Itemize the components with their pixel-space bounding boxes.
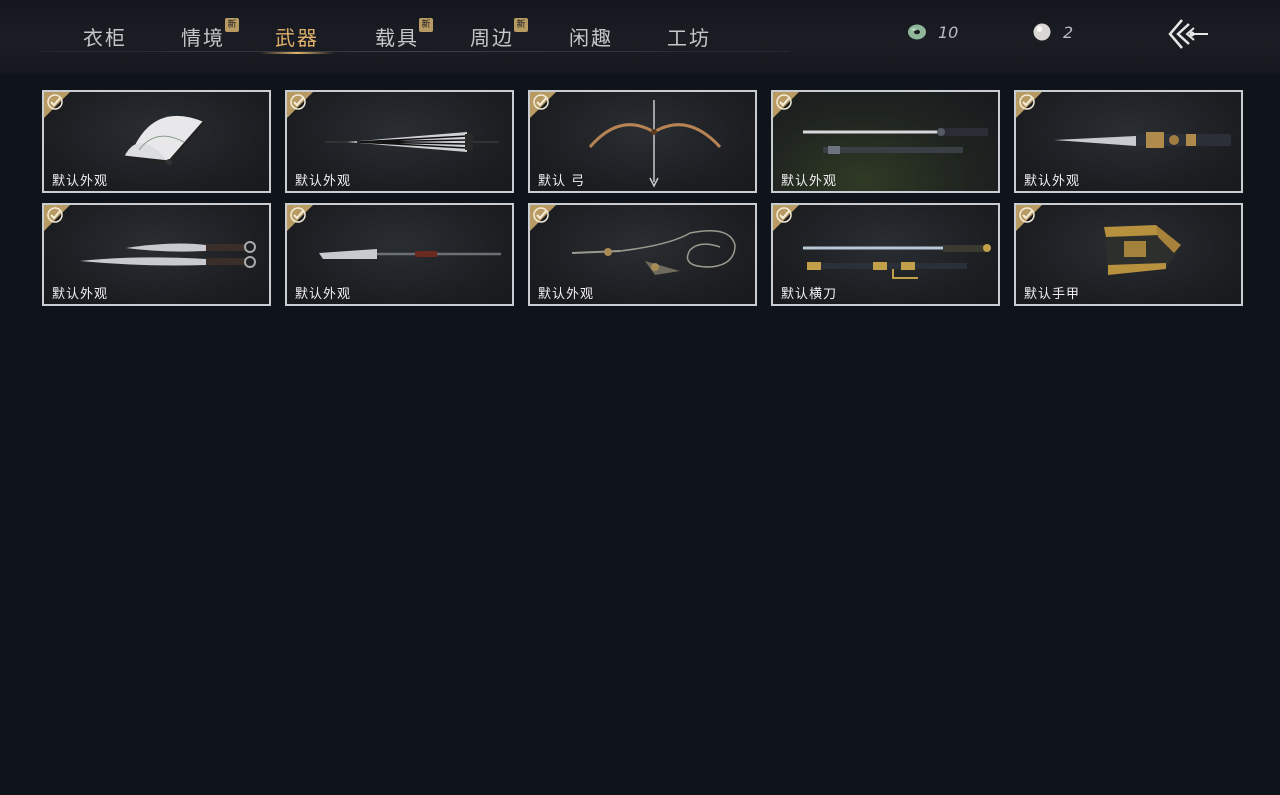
item-label: 默认外观 [52,174,109,189]
tab-weapons[interactable]: 武器 [260,22,334,54]
weapon-card-rope-dart[interactable]: 默认外观 [528,203,757,306]
tab-leisure[interactable]: 闲趣 [569,22,613,50]
check-icon [773,205,799,231]
weapon-card-fan[interactable]: 默认外观 [42,90,271,193]
jade-currency: 10 [906,20,958,44]
weapon-card-spear[interactable]: 默认外观 [285,203,514,306]
jade-coin-icon [908,24,926,40]
new-badge: 新 [514,18,528,32]
item-label: 默认外观 [52,287,109,302]
weapon-card-gauntlet[interactable]: 默认手甲 [1014,203,1243,306]
tab-vehicles[interactable]: 载具新 [375,18,433,50]
pearl-currency: 2 [1031,20,1073,44]
check-icon [1016,205,1042,231]
item-label: 默认外观 [538,287,595,302]
weapon-card-ornate-blade[interactable]: 默认外观 [1014,90,1243,193]
jade-count: 10 [938,22,959,42]
item-label: 默认外观 [295,287,352,302]
weapon-card-twin-blades[interactable]: 默认外观 [42,203,271,306]
check-icon [287,92,313,118]
weapon-card-sword[interactable]: 默认外观 [771,90,1000,193]
weapon-skin-grid: 默认外观 默认外观 默认 弓 默认外观 默认外观 默认外观 默认外观 默认外观 … [42,90,1243,306]
check-icon [44,205,70,231]
item-label: 默认 弓 [538,174,586,189]
check-icon [1016,92,1042,118]
tab-workshop[interactable]: 工坊 [667,22,711,50]
top-nav-bar: 衣柜 情境新 武器 载具新 周边新 闲趣 工坊 10 2 [0,0,1280,74]
weapon-card-hengdao[interactable]: 默认横刀 [771,203,1000,306]
weapon-card-umbrella[interactable]: 默认外观 [285,90,514,193]
tab-peripherals[interactable]: 周边新 [470,18,528,50]
active-tab-underline [260,52,334,54]
new-badge: 新 [225,18,239,32]
tab-wardrobe[interactable]: 衣柜 [83,22,127,50]
item-label: 默认横刀 [781,287,838,302]
check-icon [530,205,556,231]
item-label: 默认手甲 [1024,287,1081,302]
new-badge: 新 [419,18,433,32]
back-button[interactable] [1166,16,1212,52]
check-icon [44,92,70,118]
check-icon [530,92,556,118]
item-label: 默认外观 [781,174,838,189]
weapon-card-bow[interactable]: 默认 弓 [528,90,757,193]
check-icon [773,92,799,118]
pearl-icon [1033,23,1051,41]
item-label: 默认外观 [1024,174,1081,189]
check-icon [287,205,313,231]
pearl-count: 2 [1063,22,1074,42]
tab-scenes[interactable]: 情境新 [181,18,239,50]
item-label: 默认外观 [295,174,352,189]
back-arrow-icon [1168,19,1208,49]
